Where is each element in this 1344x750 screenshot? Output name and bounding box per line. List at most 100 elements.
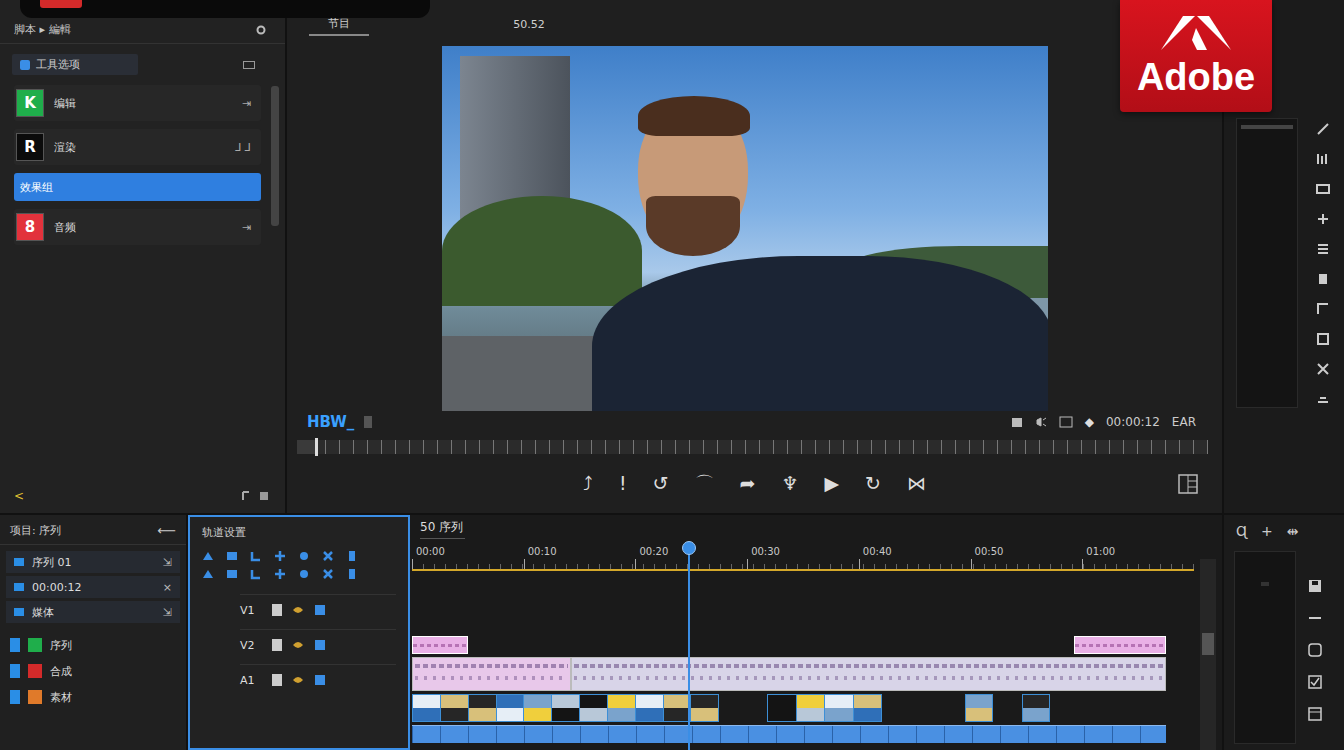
timeline-clip[interactable] [412,694,719,722]
timeline-clip[interactable] [767,694,882,722]
lock-icon[interactable] [272,674,282,686]
timeline-title[interactable]: 50 序列 [420,519,465,539]
track-header[interactable]: A1 [240,664,396,691]
transport-button[interactable]: ➦ [740,474,756,493]
effect-item[interactable]: R渲染⅃ ⅃ [14,129,261,165]
line-icon[interactable] [1308,611,1322,625]
slip-icon[interactable] [1316,182,1330,196]
side-tool-button[interactable]: Ɋ [1236,523,1247,539]
panel-icon[interactable] [1308,707,1322,721]
save-icon[interactable] [1308,579,1322,593]
track-tool-icon[interactable] [298,550,310,562]
track-tool-icon[interactable] [322,568,334,580]
timeline-scrollbar[interactable] [1200,559,1216,750]
lock-icon[interactable] [272,639,282,651]
playhead[interactable] [688,543,690,750]
section-chip[interactable]: 工具选项 [12,54,138,75]
track-tool-icon[interactable] [250,568,262,580]
razor-icon[interactable] [1316,122,1330,136]
track-tool-icon[interactable] [202,550,214,562]
transport-button[interactable]: ↻ [865,474,881,493]
timeline-clip[interactable] [412,657,571,691]
section-row[interactable]: 工具选项 [12,54,255,75]
track-tool-icon[interactable] [274,550,286,562]
scope-scrollbar[interactable] [1241,125,1293,129]
project-item[interactable]: 媒体⇲ [6,601,180,623]
transport-button[interactable]: ♆ [781,474,798,493]
timeline-clip[interactable] [571,657,1166,691]
effect-item[interactable]: 效果组 [14,173,261,201]
sync-icon[interactable] [314,674,326,686]
bin-item[interactable]: 素材 [10,687,176,707]
align-icon[interactable] [1316,392,1330,406]
visibility-icon[interactable] [292,674,304,686]
timeline-clip[interactable] [1074,636,1166,654]
track-header[interactable]: V1 [240,594,396,621]
transport-button[interactable]: ↺ [653,474,669,493]
track-tool-icon[interactable] [226,550,238,562]
timeline-clip[interactable] [1022,694,1050,722]
bin-item[interactable]: 合成 [10,661,176,681]
frame-icon[interactable] [1316,332,1330,346]
scrubber[interactable] [297,440,1208,454]
gear-icon[interactable] [255,24,267,36]
effect-item[interactable]: K编辑⇥ [14,85,261,121]
track-tool-icon[interactable] [202,568,214,580]
track-tool-icon[interactable] [322,550,334,562]
project-item[interactable]: 序列 01⇲ [6,551,180,573]
button-editor-icon[interactable] [1178,474,1198,494]
transport-button[interactable]: ! [619,474,627,493]
track-header[interactable]: V2 [240,629,396,656]
monitor-tab[interactable]: 50.52 [499,16,559,36]
sync-icon[interactable] [314,604,326,616]
effect-item[interactable]: 8音频⇥ [14,209,261,245]
track-tool-icon[interactable] [274,568,286,580]
marker-button[interactable]: ◆ [1085,415,1094,429]
timeline-clip[interactable] [412,725,1166,743]
scrollbar-thumb[interactable] [1202,633,1214,655]
marker-icon[interactable] [241,491,251,501]
playback-resolution[interactable]: EAR [1172,415,1196,429]
timeline-clip[interactable] [412,636,468,654]
track-tool-icon[interactable] [298,568,310,580]
grid-icon[interactable] [259,491,269,501]
project-item-action[interactable]: × [163,581,172,594]
collapse-button[interactable]: < [14,489,24,503]
add-icon[interactable] [1316,212,1330,226]
back-button[interactable]: ⟵ [157,523,176,538]
menu-icon[interactable] [1316,242,1330,256]
block-icon[interactable] [1316,272,1330,286]
timeline-clip[interactable] [965,694,993,722]
expand-icon[interactable] [243,61,255,69]
project-item[interactable]: 00:00:12× [6,576,180,598]
checkbox-icon[interactable] [1308,675,1322,689]
track-tool-icon[interactable] [250,550,262,562]
tools-icon[interactable] [20,60,30,70]
sync-icon[interactable] [314,639,326,651]
playhead-handle[interactable] [682,541,696,555]
export-frame-icon[interactable] [1011,416,1023,428]
track-tool-icon[interactable] [346,550,358,562]
transport-button[interactable]: ⌒ [695,474,714,493]
transport-button[interactable]: ▶ [824,474,839,493]
track-tool-icon[interactable] [226,568,238,580]
scrubber-handle[interactable] [315,438,318,456]
project-item-action[interactable]: ⇲ [163,556,172,569]
side-tool-button[interactable]: ⇹ [1287,523,1299,539]
clip-icon[interactable] [364,416,372,428]
time-ruler[interactable]: 00:0000:1000:2000:3000:4000:5001:00 [412,543,1194,571]
visibility-icon[interactable] [292,639,304,651]
close-icon[interactable] [1316,362,1330,376]
transport-button[interactable]: ⋈ [907,474,926,493]
bin-item[interactable]: 序列 [10,635,176,655]
side-tool-button[interactable]: + [1261,523,1273,539]
record-icon[interactable] [1308,643,1322,657]
visibility-icon[interactable] [292,604,304,616]
lock-icon[interactable] [272,604,282,616]
track-tool-icon[interactable] [346,568,358,580]
scrollbar[interactable] [271,86,279,226]
track-select-icon[interactable] [1316,152,1330,166]
project-item-action[interactable]: ⇲ [163,606,172,619]
transport-button[interactable]: ⤴ [583,474,593,493]
crop-icon[interactable] [1316,302,1330,316]
